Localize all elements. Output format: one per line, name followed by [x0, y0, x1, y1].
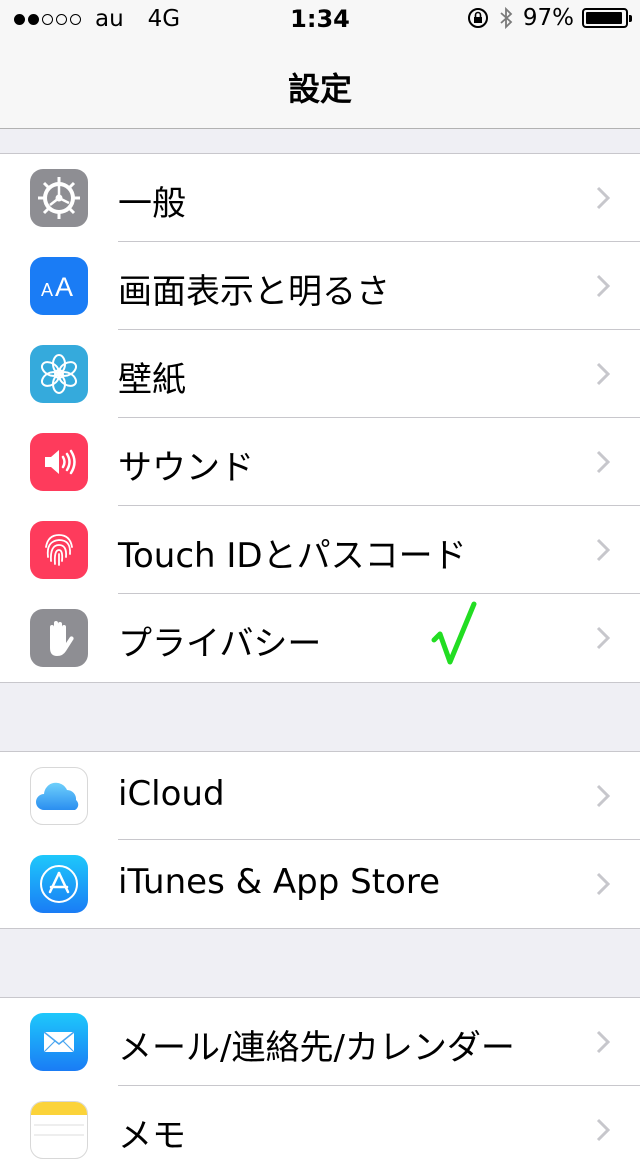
settings-row-wallpaper[interactable]: 壁紙 [0, 330, 640, 418]
settings-row-sounds[interactable]: サウンド [0, 418, 640, 506]
settings-row-label: 壁紙 [118, 360, 186, 400]
settings-row-icloud[interactable]: iCloud [0, 752, 640, 840]
rotation-lock-icon [467, 8, 488, 28]
chevron-right-icon [596, 274, 610, 298]
chevron-right-icon [596, 186, 610, 210]
settings-row-touch-id-passcode[interactable]: Touch IDとパスコード [0, 506, 640, 594]
settings-row-label: 画面表示と明るさ [118, 272, 390, 312]
settings-row-label: iCloud [118, 774, 225, 814]
settings-row-label: プライバシー [118, 624, 322, 664]
settings-row-display-brightness[interactable]: A A 画面表示と明るさ [0, 242, 640, 330]
settings-row-label: メモ [118, 1116, 186, 1156]
mail-icon [30, 1013, 88, 1071]
battery-icon [582, 8, 632, 28]
speaker-icon [30, 433, 88, 491]
settings-row-mail-contacts-calendars[interactable]: メール/連絡先/カレンダー [0, 998, 640, 1086]
hand-icon [30, 609, 88, 667]
settings-row-label: iTunes & App Store [118, 862, 441, 902]
settings-group-3: メール/連絡先/カレンダー メモ [0, 997, 640, 1174]
settings-group-1: 一般 A A 画面表示と明るさ 壁紙 サウンド Touch IDとパスコード プ… [0, 153, 640, 683]
notes-icon [30, 1101, 88, 1159]
settings-row-privacy[interactable]: プライバシー [0, 594, 640, 682]
green-checkmark-icon [431, 601, 477, 665]
battery-percent: 97% [522, 5, 574, 31]
chevron-right-icon [596, 872, 610, 896]
gear-icon [30, 169, 88, 227]
chevron-right-icon [596, 1118, 610, 1142]
settings-row-general[interactable]: 一般 [0, 154, 640, 242]
chevron-right-icon [596, 1030, 610, 1054]
settings-row-label: メール/連絡先/カレンダー [118, 1028, 515, 1068]
fingerprint-icon [30, 521, 88, 579]
settings-row-itunes-app-store[interactable]: iTunes & App Store [0, 840, 640, 928]
navigation-bar: 設定 [0, 40, 640, 129]
status-right: 97% [467, 5, 632, 31]
chevron-right-icon [596, 362, 610, 386]
settings-group-2: iCloud iTunes & App Store [0, 751, 640, 929]
flower-icon [30, 345, 88, 403]
text-size-icon: A A [30, 257, 88, 315]
app-store-icon [30, 855, 88, 913]
chevron-right-icon [596, 450, 610, 474]
bluetooth-icon [500, 6, 513, 30]
svg-text:A: A [55, 272, 73, 302]
svg-text:A: A [41, 280, 53, 300]
settings-row-label: Touch IDとパスコード [118, 536, 467, 576]
settings-row-label: サウンド [118, 448, 254, 488]
cloud-icon [30, 767, 88, 825]
page-title: 設定 [287, 70, 352, 108]
settings-row-label: 一般 [118, 184, 186, 224]
chevron-right-icon [596, 626, 610, 650]
chevron-right-icon [596, 784, 610, 808]
settings-row-notes[interactable]: メモ [0, 1086, 640, 1174]
status-bar: au 4G 1:34 97% [0, 0, 640, 40]
chevron-right-icon [596, 538, 610, 562]
